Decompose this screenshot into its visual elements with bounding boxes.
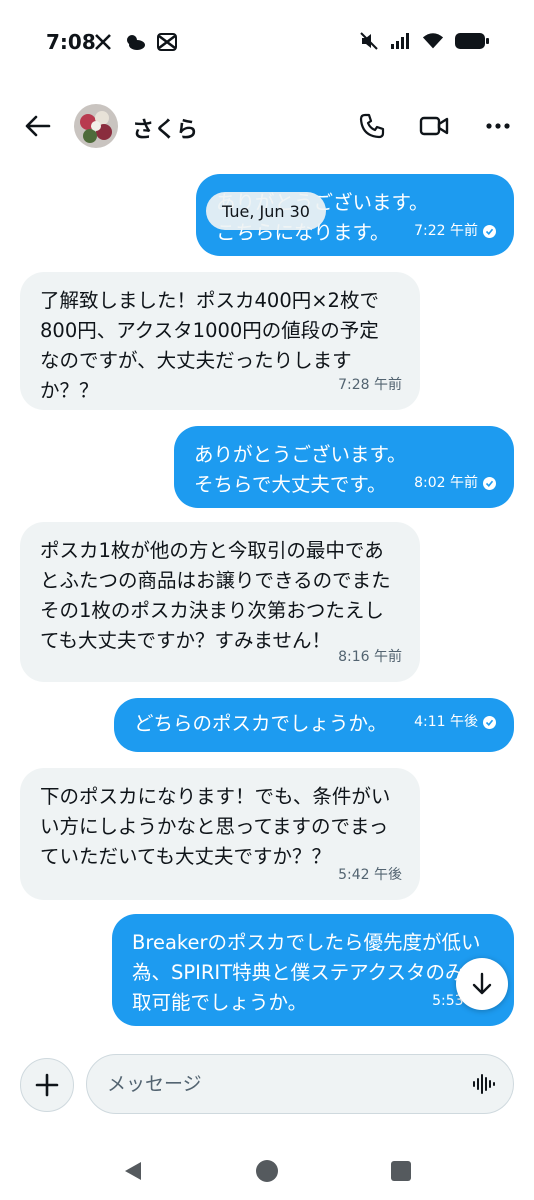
mute-icon bbox=[358, 30, 380, 52]
message-time: 8:16 午前 bbox=[338, 649, 402, 665]
message-meta: 7:22 午前 bbox=[414, 216, 496, 246]
message-bubble-incoming[interactable]: ポスカ1枚が他の方と今取引の最中であとふたつの商品はお譲りできるのでまたその1枚… bbox=[20, 522, 420, 682]
arrow-down-icon bbox=[472, 972, 492, 995]
message-meta: 8:16 午前 bbox=[338, 642, 402, 672]
conversation-header: さくら bbox=[0, 96, 534, 162]
message-time: 7:22 午前 bbox=[414, 223, 478, 239]
wifi-icon bbox=[422, 30, 444, 52]
status-system-icons bbox=[358, 30, 490, 52]
status-bar: 7:08 bbox=[0, 0, 534, 88]
nav-home-button[interactable] bbox=[252, 1156, 282, 1186]
message-bubble-outgoing[interactable]: どちらのポスカでしょうか。 4:11 午後 bbox=[114, 698, 514, 752]
read-check-icon bbox=[483, 715, 496, 729]
message-meta: 4:11 午後 bbox=[414, 707, 496, 737]
message-input[interactable] bbox=[107, 1065, 447, 1103]
call-button[interactable] bbox=[354, 108, 390, 144]
weather-icon bbox=[124, 31, 146, 53]
nav-recents-button[interactable] bbox=[386, 1156, 416, 1186]
message-bubble-incoming[interactable]: 了解致しました！ポスカ400円×2枚で 800円、アクスタ1000円の値段の予定… bbox=[20, 272, 420, 410]
date-separator: Tue, Jun 30 bbox=[206, 192, 326, 230]
back-button[interactable] bbox=[20, 108, 56, 144]
contact-name[interactable]: さくら bbox=[132, 112, 198, 144]
message-composer bbox=[0, 1050, 534, 1120]
x-app-icon bbox=[92, 31, 114, 53]
message-time: 8:02 午前 bbox=[414, 475, 478, 491]
message-time: 5:42 午後 bbox=[338, 867, 402, 883]
video-call-button[interactable] bbox=[416, 108, 452, 144]
scroll-to-bottom-button[interactable] bbox=[456, 958, 508, 1010]
message-bubble-outgoing[interactable]: Breakerのポスカでしたら優先度が低い為、SPIRIT特典と僕ステアクスタの… bbox=[112, 914, 514, 1026]
plus-icon bbox=[35, 1073, 59, 1097]
message-input-container[interactable] bbox=[86, 1054, 514, 1114]
capcut-icon bbox=[156, 31, 178, 53]
message-time: 4:11 午後 bbox=[414, 714, 478, 730]
message-bubble-outgoing[interactable]: ありがとうございます。 そちらで大丈夫です。 8:02 午前 bbox=[174, 426, 514, 508]
message-meta: 7:28 午前 bbox=[338, 370, 402, 400]
status-notification-icons bbox=[92, 31, 178, 53]
more-horizontal-icon bbox=[486, 123, 510, 129]
phone-icon bbox=[359, 113, 385, 139]
add-attachment-button[interactable] bbox=[20, 1058, 74, 1112]
message-text: ポスカ1枚が他の方と今取引の最中であとふたつの商品はお譲りできるのでまたその1枚… bbox=[40, 539, 391, 652]
audio-waveform-icon bbox=[473, 1074, 495, 1094]
message-time: 7:28 午前 bbox=[338, 377, 402, 393]
more-options-button[interactable] bbox=[480, 108, 516, 144]
avatar[interactable] bbox=[74, 104, 118, 148]
video-camera-icon bbox=[419, 116, 449, 136]
message-bubble-incoming[interactable]: 下のポスカになります！でも、条件がいい方にしようかなと思ってますのでまっていただ… bbox=[20, 768, 420, 900]
message-text: 下のポスカになります！でも、条件がいい方にしようかなと思ってますのでまっていただ… bbox=[40, 785, 391, 868]
system-navigation-bar bbox=[0, 1140, 534, 1200]
circle-home-icon bbox=[256, 1160, 278, 1182]
voice-message-button[interactable] bbox=[469, 1069, 499, 1099]
read-check-icon bbox=[483, 224, 496, 238]
read-check-icon bbox=[483, 476, 496, 490]
message-meta: 8:02 午前 bbox=[414, 468, 496, 498]
message-meta: 5:42 午後 bbox=[338, 860, 402, 890]
signal-icon bbox=[390, 30, 412, 52]
square-recents-icon bbox=[391, 1161, 411, 1181]
arrow-left-icon bbox=[25, 115, 51, 137]
battery-icon bbox=[454, 30, 490, 52]
status-time: 7:08 bbox=[46, 30, 96, 54]
triangle-back-icon bbox=[125, 1162, 141, 1180]
nav-back-button[interactable] bbox=[118, 1156, 148, 1186]
